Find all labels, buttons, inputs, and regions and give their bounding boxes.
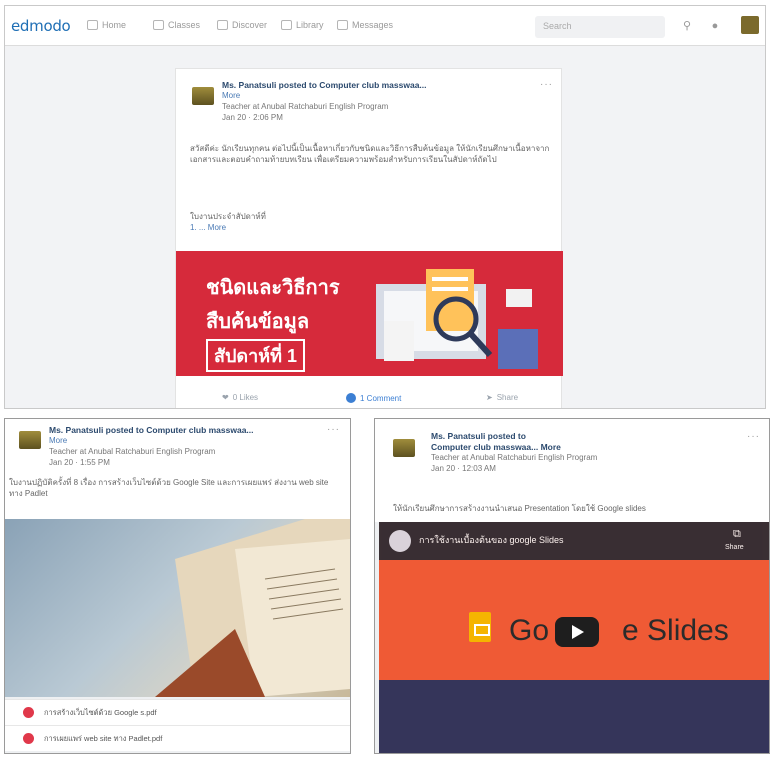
- post-options-icon[interactable]: ···: [327, 424, 340, 435]
- author-avatar[interactable]: [19, 431, 41, 449]
- banner-week-label: สัปดาห์ที่ 1: [206, 339, 305, 372]
- left-post-panel: Ms. Panatsuli posted to Computer club ma…: [4, 418, 351, 754]
- channel-avatar[interactable]: [389, 530, 411, 552]
- notifications-icon[interactable]: ●: [708, 19, 722, 33]
- more-link[interactable]: More: [49, 436, 67, 445]
- post-banner-image[interactable]: ชนิดและวิธีการ สืบค้นข้อมูล สัปดาห์ที่ 1: [176, 251, 563, 376]
- author-role: Teacher at Anubal Ratchaburi English Pro…: [222, 102, 389, 111]
- nav-discover[interactable]: Discover: [217, 20, 267, 30]
- search-icon[interactable]: ⚲: [680, 19, 694, 33]
- google-slides-icon: [469, 612, 491, 642]
- post-actions: ❤ 0 Likes 1 Comment ➤ Share: [176, 379, 563, 408]
- nav-home[interactable]: Home: [87, 20, 126, 30]
- nav-messages[interactable]: Messages: [337, 20, 393, 30]
- banner-title-line1: ชนิดและวิธีการ: [206, 277, 340, 299]
- edmodo-logo[interactable]: edmodo: [11, 17, 71, 35]
- share-icon: ➤: [486, 393, 493, 402]
- post-footer-line: ใบงานประจำสัปดาห์ที่: [190, 212, 266, 221]
- like-button[interactable]: ❤ 0 Likes: [222, 393, 258, 402]
- share-button[interactable]: ➤ Share: [486, 393, 518, 402]
- classes-icon: [153, 20, 164, 30]
- post-author-line[interactable]: Ms. Panatsuli posted to Computer club ma…: [222, 80, 427, 90]
- post-body: ให้นักเรียนศึกษาการสร้างงานนำเสนอ Presen…: [393, 504, 646, 513]
- video-logo-right: e Slides: [622, 614, 729, 647]
- post-time: Jan 20 · 2:06 PM: [222, 113, 283, 122]
- top-navigation-bar: edmodo Home Classes Discover Library Mes…: [5, 6, 765, 46]
- pdf-icon: [23, 707, 34, 718]
- profile-avatar[interactable]: [741, 16, 759, 34]
- author-role: Teacher at Anubal Ratchaburi English Pro…: [431, 453, 598, 462]
- banner-illustration: [376, 269, 538, 369]
- post-body: สวัสดีค่ะ นักเรียนทุกคน ต่อไปนี้เป็นเนื้…: [190, 144, 550, 164]
- post-options-icon[interactable]: ···: [540, 79, 553, 90]
- post-time: Jan 20 · 1:55 PM: [49, 458, 110, 467]
- post-photo-books[interactable]: [5, 519, 350, 697]
- play-button[interactable]: [555, 617, 599, 647]
- comment-icon: [346, 393, 356, 403]
- main-screenshot-panel: edmodo Home Classes Discover Library Mes…: [4, 5, 766, 409]
- nav-classes[interactable]: Classes: [153, 20, 200, 30]
- like-icon: ❤: [222, 393, 229, 402]
- post-group-line[interactable]: Computer club masswaa... More: [431, 442, 561, 452]
- video-bottom-band: [379, 680, 769, 753]
- post-options-icon[interactable]: ···: [747, 431, 760, 442]
- attachment-item[interactable]: การสร้างเว็บไซต์ด้วย Google s.pdf: [5, 699, 350, 725]
- comment-button[interactable]: 1 Comment: [346, 393, 401, 403]
- video-title-bar: การใช้งานเบื้องต้นของ google Slides ⧉ Sh…: [379, 522, 769, 560]
- right-post-panel: Ms. Panatsuli posted to Computer club ma…: [374, 418, 770, 754]
- library-icon: [281, 20, 292, 30]
- nav-library[interactable]: Library: [281, 20, 324, 30]
- post-author-line[interactable]: Ms. Panatsuli posted to: [431, 431, 526, 441]
- messages-icon: [337, 20, 348, 30]
- author-avatar[interactable]: [393, 439, 415, 457]
- discover-icon: [217, 20, 228, 30]
- post-author-line[interactable]: Ms. Panatsuli posted to Computer club ma…: [49, 425, 254, 435]
- attachment-item[interactable]: การเผยแพร่ web site ทาง Padlet.pdf: [5, 725, 350, 751]
- video-logo-left: Go: [509, 614, 550, 647]
- more-link[interactable]: More: [222, 91, 240, 100]
- books-image: [155, 519, 350, 697]
- author-role: Teacher at Anubal Ratchaburi English Pro…: [49, 447, 216, 456]
- video-title[interactable]: การใช้งานเบื้องต้นของ google Slides: [419, 533, 564, 547]
- post-body: ใบงานปฏิบัติครั้งที่ 8 เรื่อง การสร้างเว…: [9, 478, 329, 498]
- video-share-label[interactable]: Share: [725, 544, 744, 551]
- left-post-header: Ms. Panatsuli posted to Computer club ma…: [5, 419, 350, 519]
- home-icon: [87, 20, 98, 30]
- post-more-link[interactable]: 1. ... More: [190, 223, 226, 232]
- post-time: Jan 20 · 12:03 AM: [431, 464, 496, 473]
- video-player[interactable]: การใช้งานเบื้องต้นของ google Slides ⧉ Sh…: [379, 522, 769, 753]
- share-icon[interactable]: ⧉: [733, 528, 741, 541]
- search-input[interactable]: Search: [535, 16, 665, 38]
- pdf-icon: [23, 733, 34, 744]
- post-card: Ms. Panatsuli posted to Computer club ma…: [175, 68, 563, 408]
- right-post-header: Ms. Panatsuli posted to Computer club ma…: [375, 419, 769, 522]
- author-avatar[interactable]: [192, 87, 214, 105]
- banner-title-line2: สืบค้นข้อมูล: [206, 311, 310, 333]
